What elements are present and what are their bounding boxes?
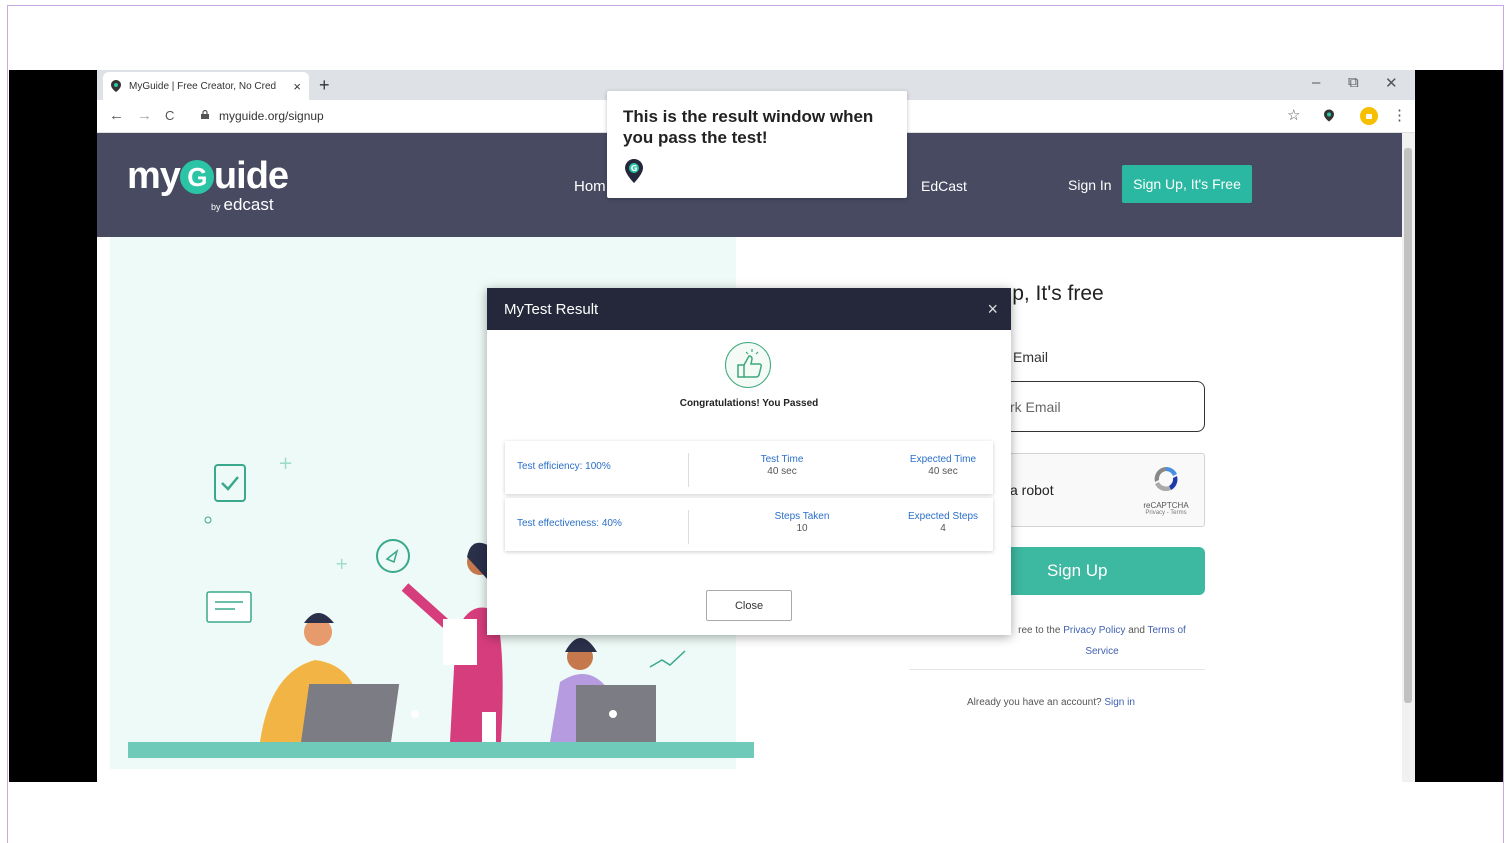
myguide-extension-icon[interactable] xyxy=(1324,109,1334,122)
sign-in-link[interactable]: Sign in xyxy=(1104,697,1135,708)
test-time-label: Test Time xyxy=(760,454,804,465)
modal-header: MyTest Result × xyxy=(487,288,1011,330)
recaptcha-logo: reCAPTCHA Privacy - Terms xyxy=(1136,464,1196,516)
svg-text:+: + xyxy=(278,453,293,474)
divider xyxy=(909,669,1205,670)
nav-edcast[interactable]: EdCast xyxy=(921,178,967,194)
card-divider xyxy=(688,453,689,487)
logo-g-icon: G xyxy=(179,160,214,194)
test-time: Test Time 40 sec xyxy=(749,454,815,478)
thumbs-up-icon xyxy=(725,342,771,388)
already-account-text: Already you have an account? Sign in xyxy=(967,697,1135,708)
guide-tooltip: This is the result window when you pass … xyxy=(607,91,907,198)
myguide-logo[interactable]: my Guide xyxy=(127,155,289,198)
captcha-label: a robot xyxy=(1010,482,1054,498)
expected-steps: Expected Steps 4 xyxy=(901,511,985,535)
scrollbar-thumb[interactable] xyxy=(1404,148,1412,703)
congrats-message: Congratulations! You Passed xyxy=(679,398,819,409)
modal-close-icon[interactable]: × xyxy=(987,299,998,320)
reload-button[interactable]: C xyxy=(165,108,174,123)
tab-close-icon[interactable]: × xyxy=(293,79,301,94)
effectiveness-card: Test effectiveness: 40% Steps Taken 10 E… xyxy=(505,498,993,551)
logo-edcast-text: edcast xyxy=(223,195,274,214)
pin-letter: G xyxy=(631,164,638,173)
window-close-button[interactable]: ✕ xyxy=(1385,74,1398,92)
test-result-modal: MyTest Result × Congratulations! You Pas… xyxy=(487,288,1011,635)
new-tab-button[interactable]: + xyxy=(319,75,330,96)
back-button[interactable]: ← xyxy=(109,107,124,124)
card-divider xyxy=(688,510,689,544)
header-signup-button[interactable]: Sign Up, It's Free xyxy=(1122,165,1252,203)
profile-avatar[interactable] xyxy=(1360,107,1378,125)
nav-home[interactable]: Hom xyxy=(574,178,606,195)
nav-sign-in[interactable]: Sign In xyxy=(1068,177,1112,193)
hero-floor xyxy=(128,742,754,758)
efficiency-card: Test efficiency: 100% Test Time 40 sec E… xyxy=(505,441,993,494)
svg-text:+: + xyxy=(335,554,348,573)
minimize-button[interactable]: – xyxy=(1312,74,1320,91)
tab-title: MyGuide | Free Creator, No Cred xyxy=(129,80,277,92)
myguide-pin-icon: G xyxy=(625,159,643,183)
terms-of-service-link[interactable]: Terms of xyxy=(1148,625,1186,636)
recaptcha-text: reCAPTCHA xyxy=(1143,501,1189,510)
myguide-favicon-icon xyxy=(111,80,121,92)
recaptcha-sub: Privacy - Terms xyxy=(1145,510,1187,516)
effectiveness-label: Test effectiveness: 40% xyxy=(517,518,622,529)
privacy-policy-link[interactable]: Privacy Policy xyxy=(1063,625,1125,636)
browser-tab[interactable]: MyGuide | Free Creator, No Cred × xyxy=(103,72,309,100)
restore-button[interactable]: ⧉ xyxy=(1348,74,1359,91)
recaptcha-icon xyxy=(1154,466,1178,492)
lock-icon xyxy=(201,110,209,119)
steps-taken-label: Steps Taken xyxy=(774,511,830,522)
expected-time-value: 40 sec xyxy=(928,466,958,477)
steps-taken: Steps Taken 10 xyxy=(767,511,837,535)
modal-close-button[interactable]: Close xyxy=(706,590,792,621)
star-icon[interactable]: ☆ xyxy=(1287,106,1300,124)
already-label: Already you have an account? xyxy=(967,697,1105,708)
expected-time-label: Expected Time xyxy=(909,454,977,465)
email-label: Email xyxy=(1013,349,1049,365)
expected-time: Expected Time 40 sec xyxy=(903,454,983,478)
browser-menu-icon[interactable]: ⋮ xyxy=(1392,106,1407,124)
expected-steps-value: 4 xyxy=(940,523,946,534)
terms-and: and xyxy=(1125,625,1148,636)
steps-taken-value: 10 xyxy=(796,523,808,534)
terms-text: ree to the Privacy Policy and Terms of S… xyxy=(997,620,1207,662)
forward-button[interactable]: → xyxy=(137,107,152,124)
logo-text: my xyxy=(127,155,181,197)
efficiency-label: Test efficiency: 100% xyxy=(517,461,611,472)
test-time-value: 40 sec xyxy=(767,466,797,477)
logo-text: uide xyxy=(213,155,289,197)
expected-steps-label: Expected Steps xyxy=(907,511,979,522)
service-link[interactable]: Service xyxy=(1085,646,1118,657)
tooltip-text: This is the result window when you pass … xyxy=(623,107,874,147)
modal-title: MyTest Result xyxy=(504,300,599,318)
logo-by: by xyxy=(211,202,221,212)
address-bar[interactable]: myguide.org/signup xyxy=(219,109,324,123)
terms-prefix: ree to the xyxy=(1018,625,1064,636)
logo-edcast: by edcast xyxy=(211,195,274,215)
